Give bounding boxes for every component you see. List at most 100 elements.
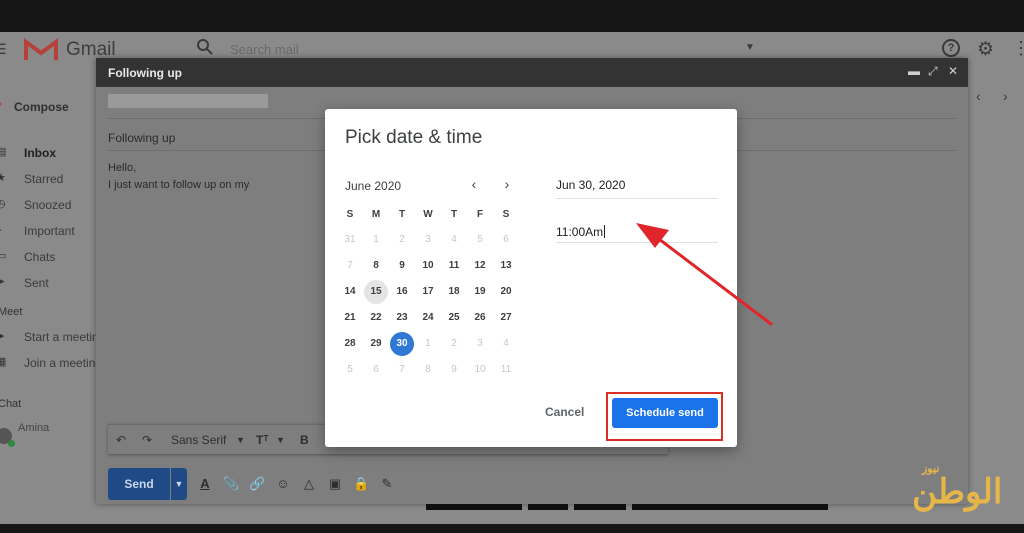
calendar-day[interactable]: 27 — [494, 306, 518, 330]
gear-icon[interactable]: ⚙ — [977, 38, 994, 61]
drive-icon[interactable]: △ — [301, 476, 317, 492]
calendar-day[interactable]: 11 — [442, 254, 466, 278]
search-input[interactable]: Search mail — [230, 42, 299, 57]
taskbar-segment — [574, 504, 626, 510]
calendar-day[interactable]: 16 — [390, 280, 414, 304]
compose-titlebar[interactable]: Following up ▬ ⤢ ✕ — [96, 58, 968, 87]
search-icon[interactable] — [196, 38, 214, 56]
font-size-icon[interactable]: Tᵀ — [256, 433, 269, 447]
sidebar-meet-item[interactable]: ▦ Join a meeting — [0, 354, 102, 374]
calendar-day: 8 — [425, 364, 431, 375]
calendar-day[interactable]: 15 — [364, 280, 388, 304]
signature-icon[interactable]: ✎ — [379, 476, 395, 492]
chat-icon: ▭ — [0, 250, 7, 262]
sidebar-item-label: Chats — [24, 250, 56, 264]
calendar-day[interactable]: 25 — [442, 306, 466, 330]
sidebar-item-label: Inbox — [24, 146, 56, 160]
body-line[interactable]: I just want to follow up on my — [108, 179, 249, 191]
calendar-day[interactable]: 12 — [468, 254, 492, 278]
text-cursor — [604, 225, 606, 238]
weekday-label: S — [346, 209, 354, 220]
calendar-day[interactable]: 9 — [390, 254, 414, 278]
calendar-day[interactable]: 24 — [416, 306, 440, 330]
text-format-icon[interactable]: A — [197, 476, 213, 491]
sidebar-item-inbox[interactable]: ▤ Inbox — [0, 144, 96, 164]
time-field[interactable]: 11:00Am — [556, 221, 718, 243]
calendar-day[interactable]: 20 — [494, 280, 518, 304]
font-select[interactable]: Sans Serif — [171, 433, 226, 447]
taskbar-segment — [426, 504, 522, 510]
sidebar-item-important[interactable]: ▸ Important — [0, 222, 96, 242]
calendar-day[interactable]: 8 — [364, 254, 388, 278]
attach-icon[interactable]: 📎 — [223, 476, 239, 492]
calendar-day[interactable]: 17 — [416, 280, 440, 304]
sidebar-item-label: Important — [24, 224, 75, 238]
help-icon[interactable]: ? — [942, 39, 960, 57]
sidebar-item-chats[interactable]: ▭ Chats — [0, 248, 96, 268]
search-options-icon[interactable]: ▼ — [745, 42, 755, 53]
watermark-logo: نيوز الوطن — [910, 462, 1015, 518]
send-button[interactable]: Send — [108, 468, 170, 500]
calendar-day[interactable]: 30 — [390, 332, 414, 356]
calendar-day: 31 — [344, 234, 356, 245]
calendar-day[interactable]: 26 — [468, 306, 492, 330]
apps-grid-icon[interactable]: ⋮ — [1012, 38, 1024, 59]
cancel-button[interactable]: Cancel — [545, 405, 584, 419]
calendar-day[interactable]: 10 — [416, 254, 440, 278]
calendar-day[interactable]: 29 — [364, 332, 388, 356]
sidebar-item-sent[interactable]: ➤ Sent — [0, 274, 96, 294]
compose-button[interactable]: + Compose — [0, 88, 90, 122]
chevron-right-icon[interactable]: › — [498, 175, 516, 193]
calendar-day: 6 — [373, 364, 379, 375]
sidebar-item-label: Starred — [24, 172, 64, 186]
chevron-left-icon[interactable]: ‹ — [976, 88, 981, 104]
dialog-title: Pick date & time — [345, 127, 483, 148]
calendar-day[interactable]: 14 — [338, 280, 362, 304]
emoji-icon[interactable]: ☺ — [275, 476, 291, 491]
send-options-button[interactable]: ▼ — [171, 468, 187, 500]
calendar-day: 6 — [503, 234, 509, 245]
calendar-day[interactable]: 23 — [390, 306, 414, 330]
chevron-down-icon[interactable]: ▼ — [236, 435, 245, 445]
chevron-left-icon[interactable]: ‹ — [465, 175, 483, 193]
time-text: 11:00Am — [556, 225, 604, 239]
watermark-big: الوطن — [912, 473, 1003, 511]
confidential-icon[interactable]: 🔒 — [353, 476, 369, 492]
plus-icon: + — [0, 88, 2, 120]
calendar-day: 7 — [347, 260, 353, 271]
calendar-day[interactable]: 13 — [494, 254, 518, 278]
close-icon[interactable]: ✕ — [948, 64, 958, 78]
sidebar-section-chat: Chat — [0, 398, 22, 410]
schedule-send-dialog: Pick date & time June 2020 ‹ › S M T W T F S 31… — [325, 109, 737, 447]
subject-field[interactable]: Following up — [108, 131, 175, 145]
calendar-day[interactable]: 21 — [338, 306, 362, 330]
calendar-day[interactable]: 22 — [364, 306, 388, 330]
expand-icon[interactable]: ⤢ — [928, 64, 938, 79]
clock-icon: ◷ — [0, 198, 6, 210]
calendar-day: 4 — [503, 338, 509, 349]
photo-icon[interactable]: ▣ — [327, 476, 343, 492]
calendar-day[interactable]: 19 — [468, 280, 492, 304]
chevron-right-icon[interactable]: › — [1003, 88, 1008, 104]
chat-user-name[interactable]: Amina — [18, 422, 49, 434]
recipient-field[interactable] — [108, 94, 268, 108]
menu-icon[interactable]: ☰ — [0, 41, 10, 58]
chevron-down-icon[interactable]: ▼ — [276, 435, 285, 445]
calendar-day: 4 — [451, 234, 457, 245]
date-field[interactable]: Jun 30, 2020 — [556, 173, 718, 199]
body-line[interactable]: Hello, — [108, 162, 136, 174]
undo-icon[interactable]: ↶ — [116, 433, 126, 447]
gmail-logo-icon — [24, 38, 58, 60]
minimize-icon[interactable]: ▬ — [908, 64, 920, 78]
weekday-label: S — [502, 209, 510, 220]
redo-icon[interactable]: ↷ — [142, 433, 152, 447]
sidebar-item-starred[interactable]: ★ Starred — [0, 170, 96, 190]
link-icon[interactable]: 🔗 — [249, 476, 265, 492]
calendar-day[interactable]: 18 — [442, 280, 466, 304]
schedule-send-button[interactable]: Schedule send — [612, 398, 718, 428]
compose-label: Compose — [14, 100, 69, 114]
sidebar-meet-item[interactable]: ▶ Start a meeting — [0, 328, 105, 348]
calendar-day[interactable]: 28 — [338, 332, 362, 356]
sidebar-item-snoozed[interactable]: ◷ Snoozed — [0, 196, 96, 216]
bold-icon[interactable]: B — [300, 433, 309, 447]
